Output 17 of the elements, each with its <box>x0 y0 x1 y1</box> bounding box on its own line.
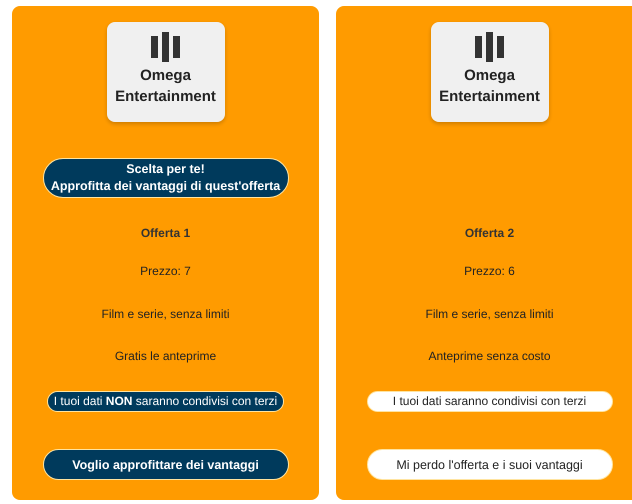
offer-button[interactable]: Voglio approfittare dei vantaggi <box>42 449 288 480</box>
offer-button[interactable]: Mi perdo l'offerta e i suoi vantaggi <box>366 449 612 480</box>
brand-name: Omega Entertainment <box>438 66 541 107</box>
bars-icon <box>474 32 504 62</box>
offer-feature: Film e serie, senza limiti <box>101 307 230 321</box>
offer-title: Offerta 2 <box>464 226 514 240</box>
offer-title: Offerta 1 <box>140 226 190 240</box>
bars-icon <box>150 32 180 62</box>
offer-price: Prezzo: 6 <box>464 264 515 278</box>
recommendation-badge: Scelta per te! Approfitta dei vantaggi di quest'offerta <box>42 158 288 198</box>
offer-feature: Anteprime senza costo <box>428 349 551 363</box>
privacy-notice: I tuoi dati saranno condivisi con terzi <box>366 391 612 412</box>
offer-feature: Gratis le anteprime <box>114 349 216 363</box>
offer-feature: Film e serie, senza limiti <box>425 307 554 321</box>
offer-price: Prezzo: 7 <box>140 264 191 278</box>
brand-name: Omega Entertainment <box>114 66 217 107</box>
privacy-notice: I tuoi dati NON saranno condivisi con terzi <box>46 391 284 412</box>
